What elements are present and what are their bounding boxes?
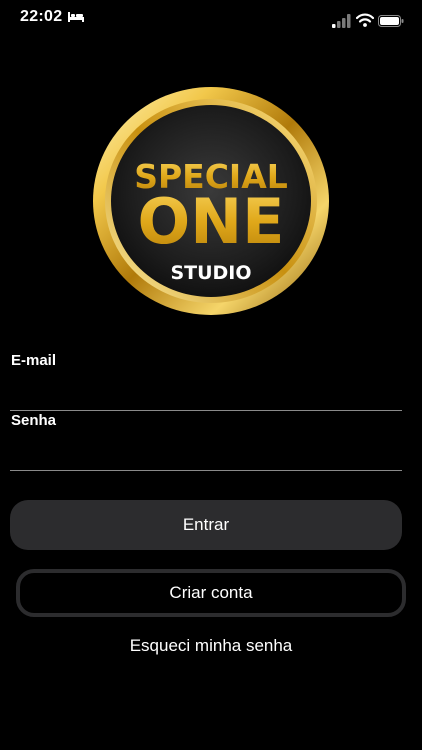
studio-logo: SPECIAL ONE STUDIO xyxy=(92,86,330,316)
forgot-password-link[interactable]: Esqueci minha senha xyxy=(0,636,422,656)
email-input[interactable] xyxy=(10,384,402,411)
signal-icon xyxy=(332,14,351,28)
email-label: E-mail xyxy=(11,352,57,369)
logo-line-one: ONE xyxy=(138,185,285,258)
password-input[interactable] xyxy=(10,444,402,471)
create-account-button[interactable]: Criar conta xyxy=(16,569,406,617)
login-button[interactable]: Entrar xyxy=(10,500,402,550)
login-button-label: Entrar xyxy=(182,515,230,534)
wifi-icon xyxy=(356,13,374,27)
logo-line-studio: STUDIO xyxy=(170,262,251,284)
bed-icon xyxy=(68,12,84,22)
password-label: Senha xyxy=(11,412,57,429)
status-bar: 22:02 xyxy=(0,0,422,40)
status-time: 22:02 xyxy=(20,8,63,25)
create-account-button-label: Criar conta xyxy=(169,583,253,602)
battery-icon xyxy=(378,15,404,27)
